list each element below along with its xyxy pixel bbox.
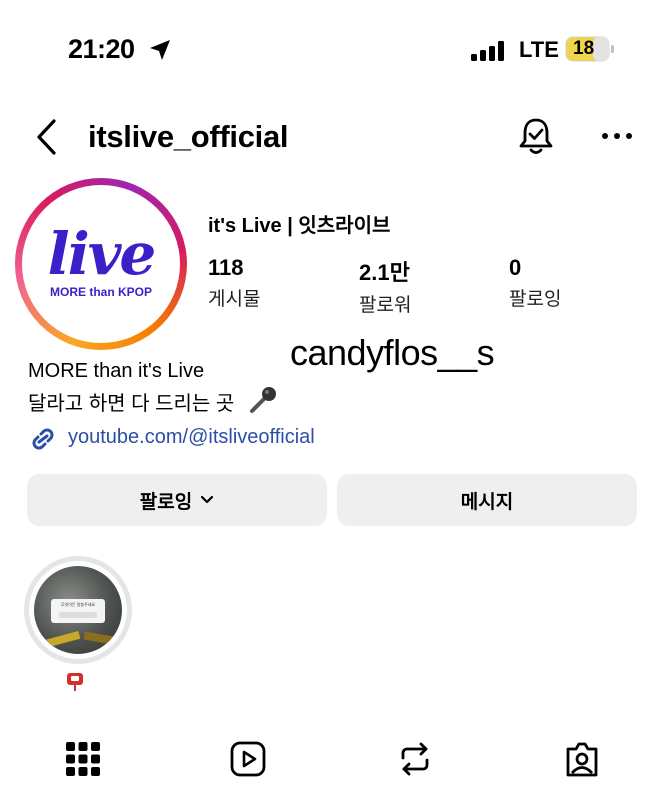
- back-icon[interactable]: [34, 118, 60, 156]
- grid-icon[interactable]: [64, 740, 102, 778]
- stat-label: 팔로잉: [509, 289, 562, 310]
- profile-link[interactable]: youtube.com/@itsliveofficial: [68, 426, 315, 449]
- signal-icon: [471, 41, 504, 61]
- highlight-card: 무엇이든 말씀주세요: [51, 599, 105, 623]
- highlight-card-text: 무엇이든 말씀주세요: [60, 602, 96, 607]
- highlight-card-bar: [59, 612, 97, 618]
- chevron-down-icon: [201, 495, 214, 504]
- reels-icon[interactable]: [229, 740, 267, 778]
- avatar[interactable]: live MORE than KPOP: [27, 190, 175, 338]
- following-button[interactable]: 팔로잉: [27, 474, 327, 526]
- stat-posts[interactable]: 118 게시물: [208, 255, 260, 311]
- mailbox-icon: [67, 673, 83, 691]
- battery-level: 18: [573, 38, 595, 59]
- message-button-label: 메시지: [460, 491, 514, 513]
- logo-text: live: [47, 220, 157, 288]
- stat-following[interactable]: 0 팔로잉: [509, 255, 561, 311]
- following-button-label: 팔로잉: [139, 491, 193, 513]
- stat-label: 게시물: [208, 289, 261, 310]
- reposts-icon[interactable]: [396, 740, 434, 778]
- stat-value: 118: [208, 255, 244, 280]
- stat-label: 팔로워: [359, 295, 412, 316]
- profile-username: itslive_official: [88, 119, 289, 154]
- bio-line: 달라고 하면 다 드리는 곳: [28, 393, 235, 415]
- notification-bell-icon[interactable]: [516, 116, 556, 156]
- stat-value: 2.1만: [359, 260, 410, 285]
- highlight-decoration: [39, 630, 81, 650]
- network-label: LTE: [519, 37, 559, 62]
- message-button[interactable]: 메시지: [337, 474, 637, 526]
- highlight-thumbnail[interactable]: 무엇이든 말씀주세요: [34, 566, 122, 654]
- stat-followers[interactable]: 2.1만 팔로워: [359, 255, 411, 317]
- bio-line: MORE than it's Live: [28, 360, 205, 382]
- link-icon: [32, 428, 54, 450]
- more-options-icon[interactable]: [600, 130, 634, 142]
- stat-value: 0: [509, 255, 522, 280]
- highlight-decoration: [83, 631, 115, 645]
- status-time: 21:20: [68, 34, 135, 64]
- watermark-text: candyflos__s: [290, 332, 495, 373]
- display-name: it's Live | 잇츠라이브: [208, 215, 391, 237]
- microphone-icon: [250, 387, 276, 413]
- logo-subtext: MORE than KPOP: [49, 285, 152, 299]
- location-arrow-icon: [150, 40, 170, 60]
- tagged-icon[interactable]: [563, 740, 601, 778]
